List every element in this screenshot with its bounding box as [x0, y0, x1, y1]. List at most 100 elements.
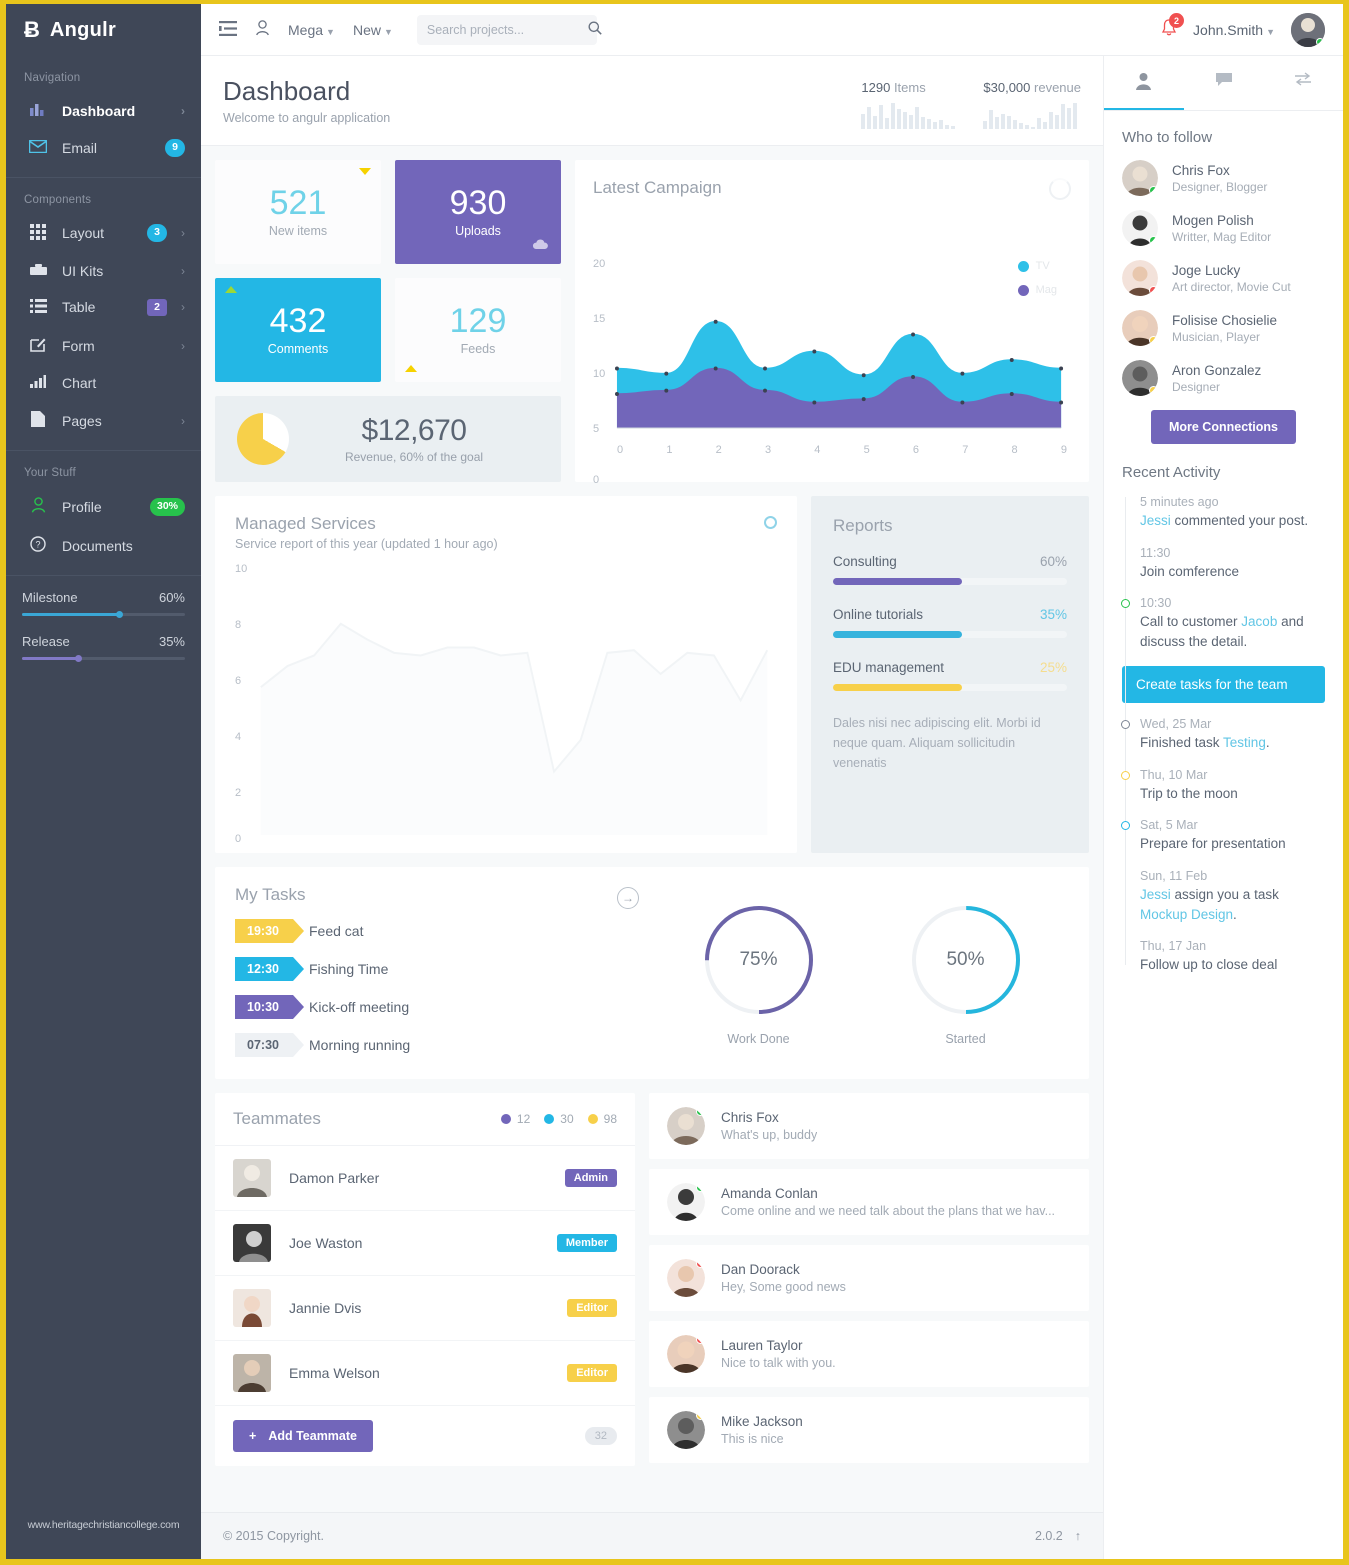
task-row[interactable]: 07:30 Morning running: [235, 1033, 655, 1057]
avatar: [233, 1354, 271, 1392]
message-row[interactable]: Chris Fox What's up, buddy: [649, 1093, 1089, 1159]
stat-tile-comments[interactable]: 432 Comments: [215, 278, 381, 382]
scroll-to-top-icon[interactable]: ↑: [1075, 1529, 1081, 1543]
sparkline-bar: [867, 107, 871, 129]
sidebar-item-form[interactable]: Form ›: [6, 326, 201, 365]
timeline-line: [1125, 497, 1126, 965]
sidebar-item-documents[interactable]: ? Documents: [6, 526, 201, 565]
avatar[interactable]: [1291, 13, 1325, 47]
loading-spinner-icon: [1049, 178, 1071, 200]
status-dot: [1149, 386, 1158, 395]
message-row[interactable]: Lauren Taylor Nice to talk with you.: [649, 1321, 1089, 1387]
follow-row[interactable]: Joge Lucky Art director, Movie Cut: [1122, 260, 1325, 296]
teammate-name: Damon Parker: [289, 1170, 379, 1186]
y-tick-10: 10: [235, 563, 247, 575]
data-point: [763, 367, 767, 371]
mega-menu-button[interactable]: Mega▼: [288, 22, 335, 38]
task-row[interactable]: 12:30 Fishing Time: [235, 957, 655, 981]
task-row[interactable]: 19:30 Feed cat: [235, 919, 655, 943]
campaign-legend: TV Mag: [1018, 260, 1057, 308]
triangle-up-icon: [225, 286, 237, 293]
new-menu-button[interactable]: New▼: [353, 22, 393, 38]
person-icon[interactable]: [255, 20, 270, 39]
sidebar-item-table[interactable]: Table 2 ›: [6, 289, 201, 327]
sidebar-item-dashboard[interactable]: Dashboard ›: [6, 92, 201, 129]
sidebar-item-chart[interactable]: Chart: [6, 365, 201, 401]
refresh-circle-icon[interactable]: [764, 516, 777, 529]
donut-label: Started: [908, 1032, 1024, 1046]
x-tick: 0: [617, 444, 623, 456]
y-tick-20: 20: [593, 258, 605, 270]
x-tick: 4: [814, 444, 820, 456]
header-stat-revenue-value: $30,000: [983, 80, 1030, 95]
teammate-row[interactable]: Damon Parker Admin: [215, 1146, 635, 1211]
avatar: [667, 1107, 705, 1145]
donut-chart: 75%: [701, 902, 817, 1018]
message-row[interactable]: Dan Doorack Hey, Some good news: [649, 1245, 1089, 1311]
sidebar-item-pages[interactable]: Pages ›: [6, 401, 201, 440]
row-services-reports: Managed Services Service report of this …: [215, 496, 1089, 853]
footer-copyright: © 2015 Copyright.: [223, 1529, 324, 1543]
legend-item-tv[interactable]: TV: [1018, 260, 1057, 272]
legend-count: 12: [517, 1112, 530, 1126]
tab-chat[interactable]: [1184, 56, 1264, 110]
stat-tile-value: 432: [270, 304, 327, 340]
timeline-link[interactable]: Jessi: [1140, 513, 1171, 528]
header-stats: 1290 Items $30,000 revenue: [861, 76, 1081, 129]
add-teammate-button[interactable]: + Add Teammate: [233, 1420, 373, 1452]
brand[interactable]: Ƀ Angulr: [6, 4, 201, 56]
avatar: [1122, 260, 1158, 296]
follow-row[interactable]: Mogen Polish Writter, Mag Editor: [1122, 210, 1325, 246]
x-tick: 9: [1061, 444, 1067, 456]
search-input[interactable]: [427, 23, 588, 37]
teammate-row[interactable]: Joe Waston Member: [215, 1211, 635, 1276]
message-row[interactable]: Mike Jackson This is nice: [649, 1397, 1089, 1463]
timeline-link[interactable]: Jacob: [1241, 614, 1277, 629]
data-point: [960, 401, 964, 405]
more-connections-button[interactable]: More Connections: [1151, 410, 1296, 444]
sidebar-item-email[interactable]: Email 9: [6, 129, 201, 167]
timeline-link[interactable]: Testing: [1223, 735, 1266, 750]
message-row[interactable]: Amanda Conlan Come online and we need ta…: [649, 1169, 1089, 1235]
follow-row[interactable]: Aron Gonzalez Designer: [1122, 360, 1325, 396]
timeline-highlight-item[interactable]: Create tasks for the team: [1122, 666, 1325, 703]
sidebar-progress-list: Milestone 60% Release 35%: [6, 576, 201, 660]
teammate-row[interactable]: Emma Welson Editor: [215, 1341, 635, 1406]
legend-item-mag[interactable]: Mag: [1018, 284, 1057, 296]
stat-tile-feeds[interactable]: 129 Feeds: [395, 278, 561, 382]
cloud-upload-icon: [532, 237, 549, 254]
managed-services-card: Managed Services Service report of this …: [215, 496, 797, 853]
sidebar-item-profile[interactable]: Profile 30%: [6, 487, 201, 526]
topbar-right: 2 John.Smith▼: [1161, 13, 1325, 47]
arrow-right-icon[interactable]: →: [617, 887, 639, 909]
avatar: [667, 1183, 705, 1221]
progress-value-milestone: 60%: [159, 590, 185, 605]
stat-tile-uploads[interactable]: 930 Uploads: [395, 160, 561, 264]
revenue-tile[interactable]: $12,670 Revenue, 60% of the goal: [215, 396, 561, 482]
sparkline-bar: [983, 121, 987, 129]
sidebar-toggle-icon[interactable]: [219, 21, 237, 39]
timeline-link[interactable]: Mockup Design: [1140, 907, 1233, 922]
sidebar-item-layout[interactable]: Layout 3 ›: [6, 214, 201, 253]
stat-tile-new-items[interactable]: 521 New items: [215, 160, 381, 264]
timeline-time: Sun, 11 Feb: [1140, 869, 1325, 883]
teammate-row[interactable]: Jannie Dvis Editor: [215, 1276, 635, 1341]
y-tick-15: 15: [593, 313, 605, 325]
progress-row-release: Release 35%: [22, 634, 185, 649]
follow-row[interactable]: Chris Fox Designer, Blogger: [1122, 160, 1325, 196]
plus-icon: +: [249, 1429, 256, 1443]
search-box[interactable]: [417, 15, 597, 45]
search-icon[interactable]: [588, 21, 602, 38]
tab-transfer[interactable]: [1263, 56, 1343, 110]
legend-label-tv: TV: [1036, 260, 1050, 272]
nav-section-title-your-stuff: Your Stuff: [6, 451, 201, 487]
task-row[interactable]: 10:30 Kick-off meeting: [235, 995, 655, 1019]
notifications-button[interactable]: 2: [1161, 19, 1177, 40]
revenue-caption: Revenue, 60% of the goal: [289, 450, 539, 464]
user-menu-button[interactable]: John.Smith▼: [1193, 22, 1275, 38]
sidebar-item-ui-kits[interactable]: UI Kits ›: [6, 253, 201, 289]
timeline-link[interactable]: Jessi: [1140, 887, 1171, 902]
tab-people[interactable]: [1104, 56, 1184, 110]
follow-row[interactable]: Folisise Chosielie Musician, Player: [1122, 310, 1325, 346]
header-stat-revenue-unit: revenue: [1034, 80, 1081, 95]
